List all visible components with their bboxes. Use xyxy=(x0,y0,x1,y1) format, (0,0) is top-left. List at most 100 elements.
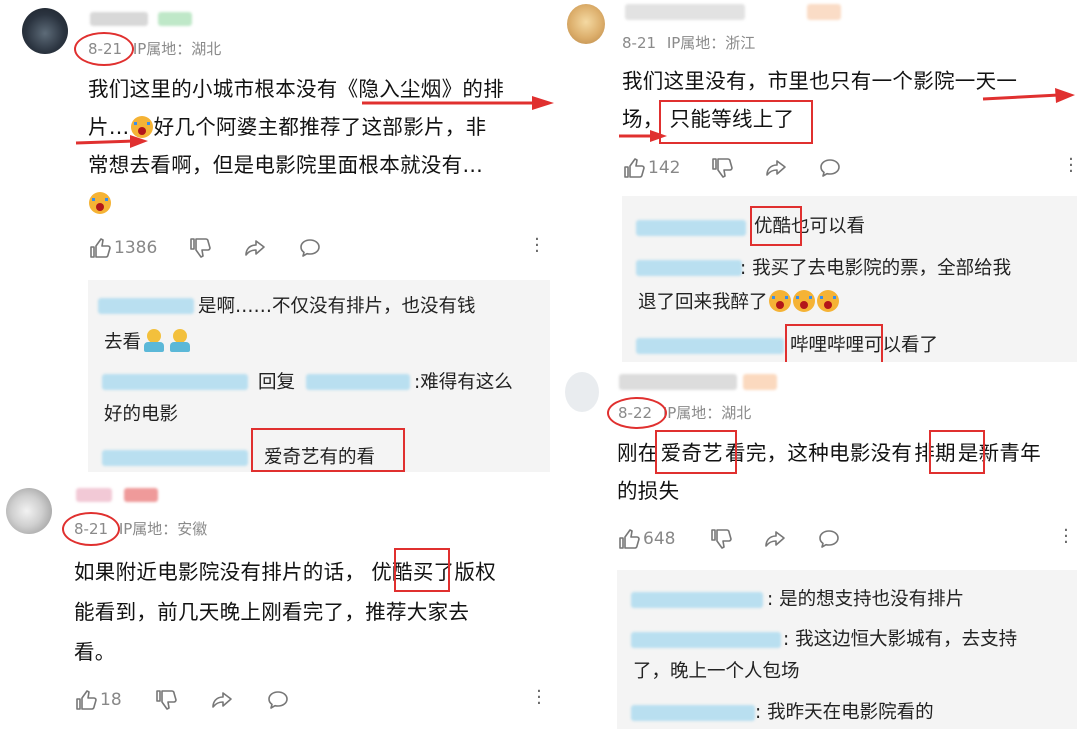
like-count: 1386 xyxy=(114,238,158,258)
highlight-box xyxy=(655,430,737,474)
share-button[interactable] xyxy=(764,155,788,181)
dislike-button[interactable] xyxy=(709,526,733,552)
highlight-box xyxy=(251,428,405,472)
more-icon[interactable]: · · · xyxy=(1063,522,1069,552)
red-arrow-annotation xyxy=(619,130,667,142)
comment-line: 如果附近电影院没有排片的话， 优酷买了版权 xyxy=(74,560,497,584)
share-icon xyxy=(764,156,788,180)
reply-username-blurred[interactable] xyxy=(636,338,784,354)
username-blurred[interactable] xyxy=(90,12,148,26)
reply-username-blurred[interactable] xyxy=(631,592,763,608)
thumb-up-icon xyxy=(88,236,112,260)
crying-emoji-icon xyxy=(768,290,791,312)
reply-thread: : 是的想支持也没有排片 : 我这边恒大影城有，去支持 了，晚上一个人包场 : … xyxy=(617,570,1077,729)
share-button[interactable] xyxy=(210,687,234,713)
more-icon[interactable]: · · · xyxy=(536,683,542,713)
like-button[interactable]: 1386 xyxy=(88,235,157,261)
username-blurred[interactable] xyxy=(76,488,112,502)
ip-location: IP属地：浙江 xyxy=(666,34,756,52)
badge-blurred xyxy=(124,488,158,502)
ip-location: IP属地：湖北 xyxy=(132,40,222,58)
comment-card-3: 8-21 IP属地：安徽 如果附近电影院没有排片的话， 优酷买了版权 能看到，前几… xyxy=(0,472,565,729)
reply-button[interactable] xyxy=(818,155,842,181)
share-button[interactable] xyxy=(763,526,787,552)
thumb-down-icon xyxy=(188,236,212,260)
reply-item: 好的电影 xyxy=(104,404,179,425)
date-highlight-ring xyxy=(74,32,134,66)
dislike-button[interactable] xyxy=(188,235,212,261)
reply-item: 是啊……不仅没有排片，也没有钱 xyxy=(198,296,476,317)
avatar[interactable] xyxy=(567,4,605,44)
more-icon[interactable]: · · · xyxy=(534,231,540,261)
comment-line: 常想去看啊，但是电影院里面根本就没有… xyxy=(88,153,484,177)
highlight-box xyxy=(929,430,985,474)
thumb-down-icon xyxy=(709,527,733,551)
comment-card-4: 8-22 IP属地：湖北 刚在爱奇艺看完，这种电影没有排期是新青年 的损失 64… xyxy=(565,362,1080,729)
dislike-button[interactable] xyxy=(710,155,734,181)
reply-item: 回复 xyxy=(258,372,296,393)
sweat-emoji-icon xyxy=(143,329,165,353)
reply-button[interactable] xyxy=(266,687,290,713)
comment-actions: 142 · · · xyxy=(622,151,1077,181)
avatar[interactable] xyxy=(565,372,599,412)
reply-item: : 我昨天在电影院看的 xyxy=(755,702,934,723)
crying-emoji-icon xyxy=(792,290,815,312)
comment-line: 片… 好几个阿婆主都推荐了这部影片，非 xyxy=(88,115,487,139)
highlight-box xyxy=(394,548,450,592)
share-icon xyxy=(763,527,787,551)
comment-icon xyxy=(818,156,842,180)
ip-location: IP属地：湖北 xyxy=(662,404,752,422)
reply-item: 退了回来我醉了 xyxy=(638,288,840,317)
sweat-emoji-icon xyxy=(169,329,191,353)
red-arrow-annotation xyxy=(362,96,554,110)
comment-actions: 1386 · · · xyxy=(88,231,548,261)
reply-username-blurred[interactable] xyxy=(102,374,248,390)
more-icon[interactable]: · · · xyxy=(1068,151,1074,181)
reply-item: : 我这边恒大影城有，去支持 xyxy=(783,629,1018,650)
date-highlight-ring xyxy=(607,397,667,429)
highlight-box xyxy=(785,324,883,362)
crying-emoji-icon xyxy=(816,290,839,312)
red-arrow-annotation xyxy=(75,135,148,148)
like-button[interactable]: 648 xyxy=(617,526,675,552)
reply-item: : 我买了去电影院的票，全部给我 xyxy=(740,258,1012,279)
comment-line: 能看到，前几天晚上刚看完了，推荐大家去 xyxy=(74,600,470,624)
comment-icon xyxy=(298,236,322,260)
thumb-up-icon xyxy=(74,688,98,712)
reply-username-blurred[interactable] xyxy=(636,220,746,236)
comment-actions: 18 · · · xyxy=(74,683,554,713)
comment-text: 如果附近电影院没有排片的话， 优酷买了版权 能看到，前几天晚上刚看完了，推荐大家去… xyxy=(74,552,559,672)
username-blurred[interactable] xyxy=(625,4,745,20)
share-button[interactable] xyxy=(243,235,267,261)
reply-button[interactable] xyxy=(817,526,841,552)
reply-username-blurred[interactable] xyxy=(631,705,755,721)
reply-username-blurred[interactable] xyxy=(631,632,781,648)
reply-username-blurred[interactable] xyxy=(636,260,742,276)
reply-thread: 是啊……不仅没有排片，也没有钱 去看 回复 :难得有这么 好的电影 爱奇艺有的看 xyxy=(88,280,550,472)
like-count: 142 xyxy=(648,158,681,178)
reply-item: : 是的想支持也没有排片 xyxy=(767,589,965,610)
date-highlight-ring xyxy=(62,512,120,546)
reply-username-blurred[interactable] xyxy=(102,450,248,466)
avatar[interactable] xyxy=(22,8,68,54)
like-button[interactable]: 18 xyxy=(74,687,122,713)
reply-button[interactable] xyxy=(298,235,322,261)
username-blurred[interactable] xyxy=(619,374,737,390)
dislike-button[interactable] xyxy=(154,687,178,713)
thumb-down-icon xyxy=(154,688,178,712)
reply-username-blurred[interactable] xyxy=(98,298,194,314)
reply-item: :难得有这么 xyxy=(414,372,513,393)
highlight-box xyxy=(750,206,802,246)
like-button[interactable]: 142 xyxy=(622,155,680,181)
avatar[interactable] xyxy=(6,488,52,534)
reply-thread: 优酷也可以看 : 我买了去电影院的票，全部给我 退了回来我醉了 哔哩哔哩可以看了 xyxy=(622,196,1077,362)
thumb-down-icon xyxy=(710,156,734,180)
thumb-up-icon xyxy=(617,527,641,551)
comment-actions: 648 · · · xyxy=(617,522,1077,552)
reply-item: 去看 xyxy=(104,328,193,357)
reply-target-blurred[interactable] xyxy=(306,374,410,390)
ip-location: IP属地：安徽 xyxy=(118,520,208,538)
comment-icon xyxy=(266,688,290,712)
share-icon xyxy=(210,688,234,712)
badge-blurred xyxy=(807,4,841,20)
